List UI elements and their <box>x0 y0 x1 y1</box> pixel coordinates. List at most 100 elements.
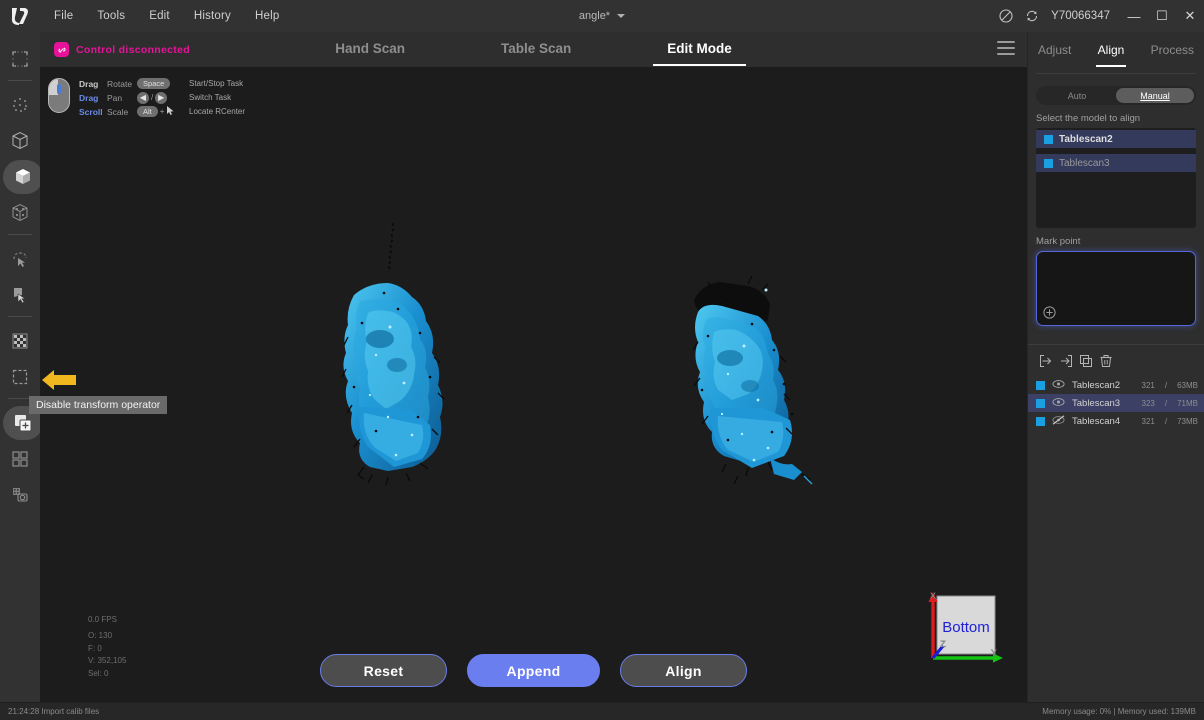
solid-cube-icon[interactable] <box>3 160 43 194</box>
export-icon[interactable] <box>1058 353 1073 368</box>
model-select-list[interactable]: Tablescan2 Tablescan3 <box>1036 128 1196 228</box>
maximize-button[interactable]: ☐ <box>1148 0 1176 32</box>
arrow-left-icon: ◀ <box>137 91 149 104</box>
select-model-label: Select the model to align <box>1036 113 1141 124</box>
svg-text:X: X <box>930 591 936 601</box>
color-swatch-icon <box>1044 134 1053 144</box>
square-select-icon[interactable] <box>3 360 37 399</box>
3d-viewport[interactable]: Control disconnected Hand Scan Table Sca… <box>40 32 1027 702</box>
menu-history[interactable]: History <box>182 4 243 28</box>
mouse-help-overlay: Drag Rotate Space Start/Stop Task Drag P… <box>48 76 245 118</box>
gizmo-face-label: Bottom <box>942 619 990 636</box>
model-select-label: Tablescan2 <box>1059 133 1113 145</box>
mouse-help-row: Scroll Scale Alt + Locate RCenter <box>79 105 245 118</box>
segment-manual[interactable]: Manual <box>1116 88 1194 103</box>
mouse-help-rows: Drag Rotate Space Start/Stop Task Drag P… <box>79 76 245 118</box>
action-button-row: Reset Append Align <box>40 654 1027 687</box>
mouse-help-row: Drag Pan ◀ / ▶ Switch Task <box>79 91 245 104</box>
model-list-row[interactable]: Tablescan3 323 / 71MB <box>1028 394 1204 412</box>
minimize-button[interactable]: — <box>1120 0 1148 32</box>
lasso-select-icon[interactable] <box>3 242 37 276</box>
close-button[interactable]: ✕ <box>1176 0 1204 32</box>
eye-visible-icon[interactable] <box>1052 376 1065 394</box>
append-button[interactable]: Append <box>467 654 600 687</box>
checker-pattern-icon[interactable] <box>3 324 37 358</box>
help-action: Scroll <box>79 106 103 117</box>
reset-button[interactable]: Reset <box>320 654 447 687</box>
model-meta-sep: / <box>1164 398 1168 408</box>
select-frame-icon[interactable] <box>3 42 37 81</box>
menu-tools[interactable]: Tools <box>85 4 137 28</box>
no-entry-icon[interactable] <box>993 0 1019 32</box>
right-panel-tabs: Adjust Align Process <box>1028 32 1204 67</box>
grid-four-icon[interactable] <box>3 442 37 476</box>
scan-model-right[interactable] <box>652 228 842 503</box>
refresh-icon[interactable] <box>1019 0 1045 32</box>
scan-model-left[interactable] <box>302 217 492 497</box>
model-select-item-tablescan2[interactable]: Tablescan2 <box>1036 130 1196 148</box>
tab-table-scan[interactable]: Table Scan <box>483 33 589 66</box>
help-mode: Rotate <box>107 78 133 89</box>
model-count: 321 <box>1141 416 1155 426</box>
duplicate-icon[interactable] <box>1078 353 1093 368</box>
help-key: ◀ / ▶ <box>137 91 189 104</box>
help-desc: Start/Stop Task <box>189 79 244 88</box>
help-action: Drag <box>79 92 99 103</box>
color-swatch-icon <box>1036 398 1045 408</box>
model-select-item-tablescan3[interactable]: Tablescan3 <box>1036 154 1196 172</box>
device-serial: Y70066347 <box>1051 10 1110 22</box>
wireframe-cube-icon[interactable] <box>3 124 37 158</box>
tab-process[interactable]: Process <box>1149 39 1196 61</box>
right-panel: Adjust Align Process Auto Manual Select … <box>1027 32 1204 702</box>
add-circle-icon[interactable] <box>1043 306 1056 319</box>
import-icon[interactable] <box>1038 353 1053 368</box>
key-alt: Alt <box>137 105 158 118</box>
svg-text:Z: Z <box>940 639 946 649</box>
menu-file[interactable]: File <box>42 4 85 28</box>
point-cloud-icon[interactable] <box>3 88 37 122</box>
model-name: Tablescan3 <box>1072 397 1121 409</box>
arrow-right-icon: ▶ <box>155 91 168 104</box>
align-button[interactable]: Align <box>620 654 747 687</box>
tab-align[interactable]: Align <box>1095 39 1127 67</box>
camera-capture-icon[interactable] <box>3 478 37 512</box>
model-meta-sep: / <box>1164 380 1168 390</box>
memory-status: Memory usage: 0% | Memory used: 139MB <box>1042 707 1196 716</box>
status-bar: 21:24:28 Import calib files Memory usage… <box>0 702 1204 720</box>
chevron-down-icon[interactable] <box>617 14 626 18</box>
status-message: 21:24:28 Import calib files <box>8 707 100 716</box>
tab-hand-scan[interactable]: Hand Scan <box>317 33 423 66</box>
help-key: Alt + <box>137 105 189 118</box>
eye-hidden-icon[interactable] <box>1052 412 1065 430</box>
hamburger-menu-icon[interactable] <box>997 41 1015 57</box>
model-select-label: Tablescan3 <box>1059 157 1110 169</box>
align-mode-segmented: Auto Manual <box>1036 86 1196 105</box>
color-swatch-icon <box>1036 380 1045 390</box>
viewport-top-bar: Control disconnected Hand Scan Table Sca… <box>40 32 1027 67</box>
menu-bar: File Tools Edit History Help <box>42 4 291 28</box>
mark-point-box[interactable] <box>1036 251 1196 326</box>
model-count: 321 <box>1141 380 1155 390</box>
model-name: Tablescan4 <box>1072 415 1121 427</box>
menu-edit[interactable]: Edit <box>137 4 182 28</box>
model-list-row[interactable]: Tablescan4 321 / 73MB <box>1028 412 1204 430</box>
segment-auto[interactable]: Auto <box>1038 88 1116 103</box>
viewport-tabs: Hand Scan Table Scan Edit Mode <box>40 32 1027 67</box>
model-list-row[interactable]: Tablescan2 321 / 63MB <box>1028 376 1204 394</box>
delete-icon[interactable] <box>1098 353 1113 368</box>
model-list-toolbar <box>1028 345 1204 374</box>
tab-edit-mode[interactable]: Edit Mode <box>649 33 750 66</box>
menu-help[interactable]: Help <box>243 4 291 28</box>
tab-adjust[interactable]: Adjust <box>1036 39 1073 61</box>
cursor-icon <box>166 105 175 118</box>
rect-brush-select-icon[interactable] <box>3 278 37 317</box>
left-tool-rail <box>0 32 43 720</box>
help-key: Space <box>137 77 189 90</box>
color-swatch-icon <box>1036 416 1045 426</box>
title-bar: File Tools Edit History Help angle* Y700… <box>0 0 1204 32</box>
document-name[interactable]: angle* <box>579 10 610 22</box>
eye-visible-icon[interactable] <box>1052 394 1065 412</box>
model-size: 73MB <box>1177 416 1198 426</box>
textured-cube-icon[interactable] <box>3 196 37 235</box>
application-window: File Tools Edit History Help angle* Y700… <box>0 0 1204 720</box>
